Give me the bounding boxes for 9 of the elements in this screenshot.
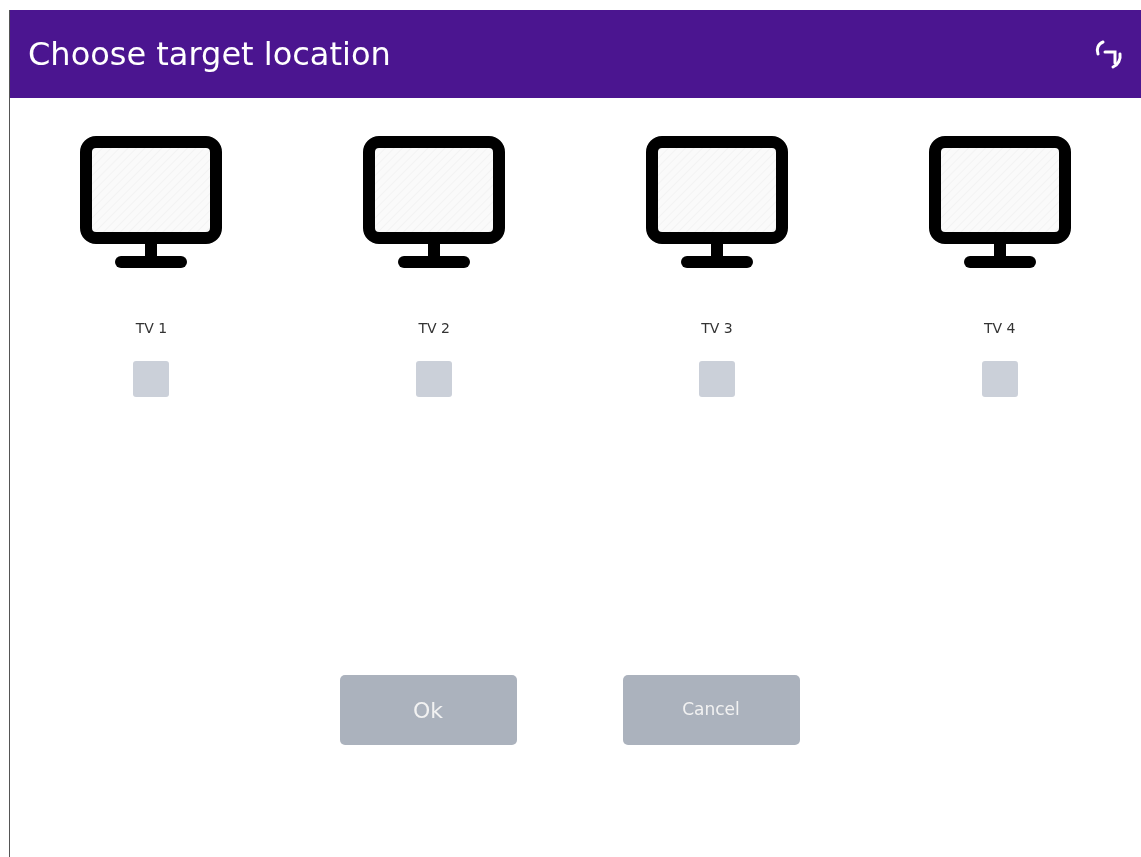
tv-label: TV 4	[983, 319, 1016, 338]
checkbox[interactable]	[698, 361, 735, 397]
checkbox[interactable]	[981, 361, 1018, 397]
checkbox[interactable]	[416, 361, 453, 397]
checkbox[interactable]	[133, 361, 170, 397]
tv-label: TV 1	[135, 319, 168, 338]
tv-label: TV 3	[701, 319, 733, 338]
tv-label: TV 2	[418, 319, 450, 338]
window-title: Choose target location	[28, 34, 391, 75]
